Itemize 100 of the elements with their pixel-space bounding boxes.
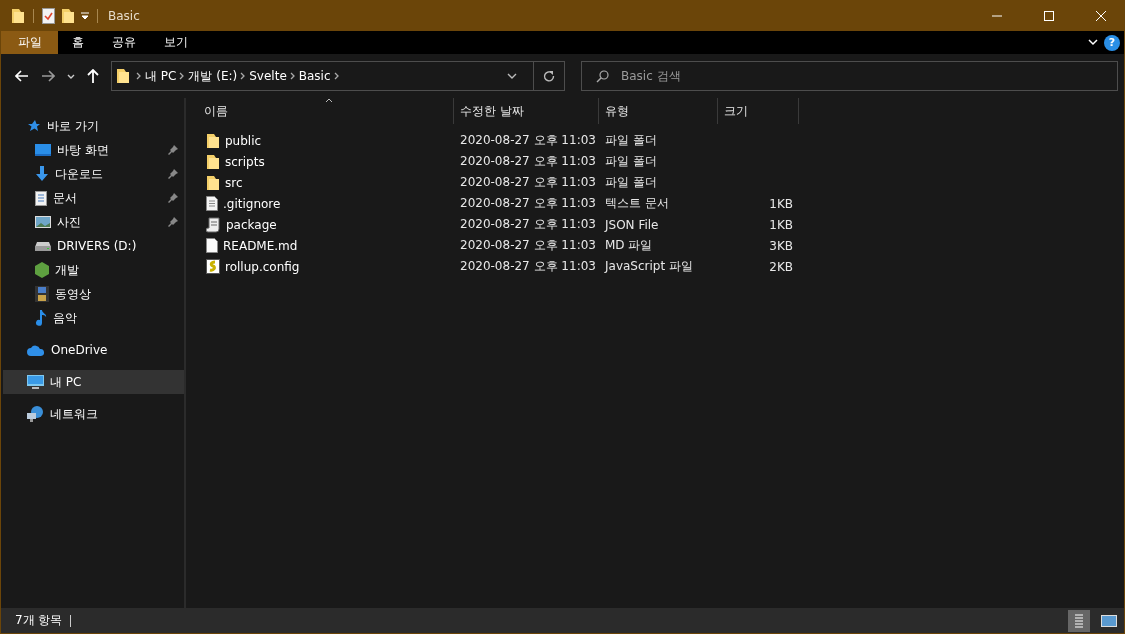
sidebar-label: 바로 가기 bbox=[47, 117, 99, 135]
chevron-down-icon[interactable] bbox=[507, 72, 517, 80]
type-cell-text: 파일 폴더 bbox=[604, 132, 658, 149]
item-count: 7개 항목 bbox=[15, 612, 63, 629]
breadcrumb[interactable]: Svelte bbox=[246, 69, 290, 83]
document-icon bbox=[35, 190, 47, 206]
column-header[interactable]: 유형 bbox=[599, 98, 718, 124]
sidebar-item[interactable]: 내 PC bbox=[3, 370, 184, 394]
sidebar-label: DRIVERS (D:) bbox=[57, 239, 137, 253]
sidebar-item[interactable]: 사진 bbox=[3, 210, 184, 234]
sidebar-label: 음악 bbox=[53, 309, 77, 327]
maximize-icon bbox=[1044, 10, 1054, 21]
sidebar-item[interactable]: 네트워크 bbox=[3, 402, 184, 426]
details-view-button[interactable] bbox=[1068, 609, 1090, 632]
sidebar-label: 동영상 bbox=[55, 285, 91, 303]
date-cell-text: 2020-08-27 오후 11:03 bbox=[459, 258, 597, 275]
type-cell-text: 파일 폴더 bbox=[604, 153, 658, 170]
file-name[interactable]: public bbox=[225, 133, 262, 148]
star-icon bbox=[27, 119, 41, 133]
sidebar-item[interactable]: 동영상 bbox=[3, 282, 184, 306]
address-bar[interactable]: 내 PC 개발 (E:) Svelte Basic bbox=[111, 61, 565, 91]
file-name[interactable]: src bbox=[225, 175, 243, 190]
chevron-icon bbox=[333, 72, 340, 80]
network-globe-icon bbox=[27, 406, 44, 422]
file-name[interactable]: rollup.config bbox=[225, 259, 300, 274]
window-title: Basic bbox=[108, 8, 141, 23]
sidebar-item[interactable]: 문서 bbox=[3, 186, 184, 210]
column-header[interactable]: 수정한 날짜 bbox=[454, 98, 599, 124]
up-arrow-icon bbox=[87, 69, 99, 83]
date-cell-text: 2020-08-27 오후 11:03 bbox=[459, 153, 597, 170]
sidebar-label: 바탕 화면 bbox=[57, 141, 109, 159]
search-input[interactable]: Basic 검색 bbox=[619, 68, 1117, 84]
ribbon-tab[interactable]: 공유 bbox=[98, 31, 150, 54]
picture-icon bbox=[35, 216, 51, 228]
type-cell-text: JavaScript 파일 bbox=[603, 258, 694, 275]
chevron-icon bbox=[240, 72, 247, 80]
size-cell-text: 3KB bbox=[768, 238, 794, 253]
size-cell-text: 2KB bbox=[768, 259, 794, 274]
date-cell-text: 2020-08-27 오후 11:03 bbox=[459, 195, 597, 212]
folder-icon bbox=[206, 174, 220, 191]
search-field[interactable]: Basic 검색 bbox=[581, 61, 1118, 91]
sidebar-item[interactable]: 음악 bbox=[3, 306, 184, 330]
column-header[interactable]: 크기 bbox=[718, 98, 799, 124]
sidebar-label: OneDrive bbox=[51, 343, 108, 357]
script-file-icon bbox=[206, 259, 220, 274]
refresh-icon[interactable] bbox=[543, 70, 555, 82]
type-cell-text: 파일 폴더 bbox=[604, 174, 658, 191]
scroll-icon bbox=[206, 216, 221, 233]
back-arrow-icon bbox=[15, 70, 29, 82]
properties-icon[interactable] bbox=[42, 7, 55, 24]
type-cell-text: MD 파일 bbox=[604, 237, 654, 254]
chevron-icon bbox=[136, 72, 142, 80]
film-icon bbox=[35, 286, 49, 302]
type-cell-text: 텍스트 문서 bbox=[604, 195, 670, 212]
sidebar-label: 다운로드 bbox=[55, 165, 103, 183]
cloud-icon bbox=[27, 344, 45, 356]
ribbon-tab[interactable]: 홈 bbox=[58, 31, 98, 54]
music-note-icon bbox=[35, 310, 47, 326]
chevron-down-icon bbox=[67, 73, 75, 79]
date-cell-text: 2020-08-27 오후 11:03 bbox=[459, 174, 597, 191]
download-icon bbox=[35, 166, 49, 182]
computer-icon bbox=[27, 375, 44, 389]
file-name[interactable]: .gitignore bbox=[223, 196, 281, 211]
folder-icon bbox=[206, 132, 220, 149]
folder-icon bbox=[206, 153, 220, 170]
breadcrumb[interactable]: 내 PC bbox=[142, 67, 180, 85]
sidebar-item[interactable]: OneDrive bbox=[3, 338, 184, 362]
drive-icon bbox=[35, 241, 51, 251]
file-name[interactable]: package bbox=[226, 217, 277, 232]
forward-arrow-icon bbox=[41, 70, 55, 82]
file-name[interactable]: scripts bbox=[225, 154, 265, 169]
sidebar-label: 네트워크 bbox=[50, 405, 98, 423]
sidebar-label: 문서 bbox=[53, 189, 77, 207]
sidebar-item[interactable]: 바로 가기 bbox=[3, 114, 184, 138]
breadcrumb[interactable]: 개발 (E:) bbox=[185, 67, 241, 85]
column-header[interactable]: 이름 bbox=[186, 98, 454, 124]
hexagon-icon bbox=[35, 262, 49, 278]
dropdown-icon[interactable] bbox=[81, 11, 89, 20]
sidebar-item[interactable]: 바탕 화면 bbox=[3, 138, 184, 162]
file-name[interactable]: README.md bbox=[223, 238, 298, 253]
date-cell-text: 2020-08-27 오후 11:03 bbox=[459, 216, 597, 233]
ribbon-tab[interactable]: 보기 bbox=[150, 31, 202, 54]
date-cell-text: 2020-08-27 오후 11:03 bbox=[459, 132, 597, 149]
blank-file-icon bbox=[206, 238, 218, 253]
type-cell-text: JSON File bbox=[603, 217, 660, 232]
sidebar-label: 사진 bbox=[57, 213, 81, 231]
list-icon bbox=[1075, 613, 1083, 628]
close-icon bbox=[1096, 10, 1106, 21]
sort-ascending-icon bbox=[325, 98, 333, 103]
text-file-icon bbox=[206, 196, 218, 211]
size-cell-text: 1KB bbox=[768, 196, 794, 211]
chevron-icon bbox=[289, 72, 296, 80]
ribbon-tab[interactable]: 파일 bbox=[1, 31, 58, 54]
sidebar-item[interactable]: 개발 bbox=[3, 258, 184, 282]
breadcrumb[interactable]: Basic bbox=[295, 69, 334, 83]
folder-icon bbox=[11, 7, 25, 24]
search-icon bbox=[596, 69, 609, 83]
image-icon bbox=[1101, 614, 1117, 627]
sidebar-item[interactable]: 다운로드 bbox=[3, 162, 184, 186]
sidebar-item[interactable]: DRIVERS (D:) bbox=[3, 234, 184, 258]
